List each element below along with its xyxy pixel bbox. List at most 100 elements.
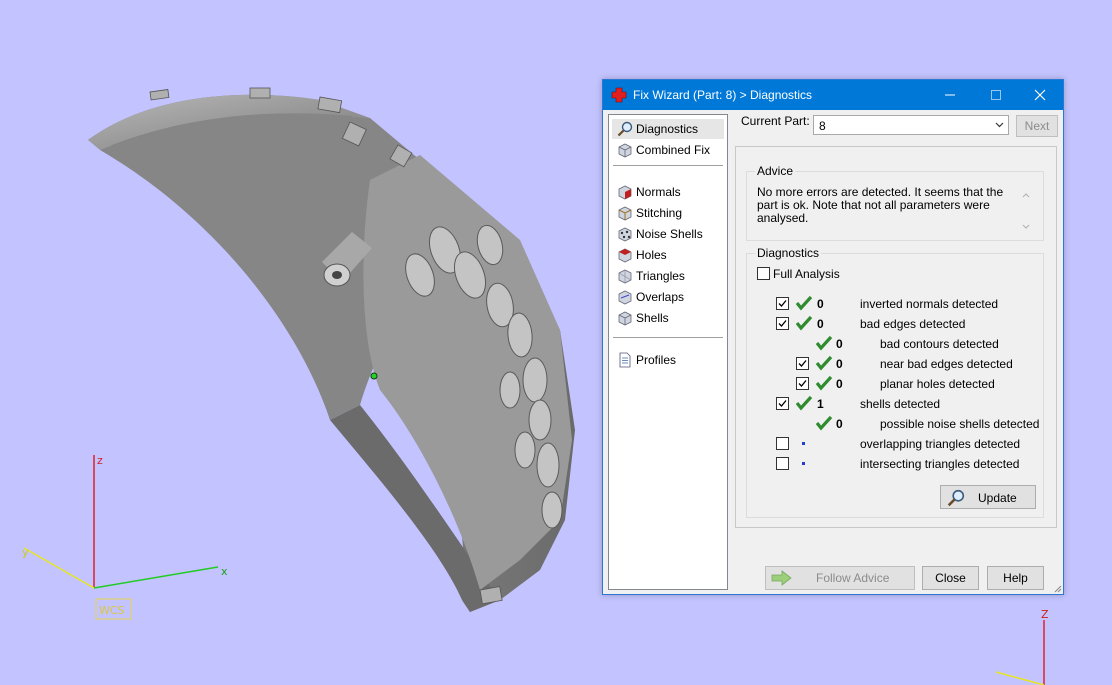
help-button[interactable]: Help — [987, 566, 1044, 590]
cube-icon — [618, 143, 632, 158]
full-analysis-checkbox[interactable] — [757, 267, 770, 280]
nav-label: Normals — [636, 185, 681, 199]
diag-label: bad edges detected — [860, 317, 966, 331]
diag-label: planar holes detected — [880, 377, 995, 391]
check-icon — [815, 375, 833, 391]
nav-item-triangles[interactable]: Triangles — [612, 266, 724, 286]
diag-label: overlapping triangles detected — [860, 437, 1021, 451]
diag-label: near bad edges detected — [880, 357, 1013, 371]
diag-count: 0 — [836, 337, 843, 351]
diag-count: 0 — [836, 417, 843, 431]
stitching-cube-icon — [618, 206, 632, 221]
nav-label: Noise Shells — [636, 227, 703, 241]
near-bad-edges-checkbox[interactable] — [796, 357, 809, 370]
resize-grip-icon[interactable] — [1052, 583, 1062, 593]
follow-advice-label: Follow Advice — [816, 571, 890, 585]
chevron-down-icon — [995, 122, 1004, 128]
nav-item-overlaps[interactable]: Overlaps — [612, 287, 724, 307]
diagnostics-panel: Advice No more errors are detected. It s… — [735, 146, 1057, 528]
axis-z-label: z — [97, 454, 103, 467]
dialog-titlebar[interactable]: Fix Wizard (Part: 8) > Diagnostics — [603, 80, 1063, 110]
close-icon — [1034, 89, 1046, 101]
nav-label: Overlaps — [636, 290, 685, 304]
diag-label: inverted normals detected — [860, 297, 999, 311]
nav-label: Shells — [636, 311, 669, 325]
axis-z2-label: Z — [1041, 608, 1049, 621]
maximize-button[interactable] — [973, 80, 1019, 110]
full-analysis-label: Full Analysis — [773, 267, 840, 281]
advice-group-title: Advice — [755, 164, 796, 178]
current-part-label: Current Part: — [741, 114, 810, 128]
wcs-axes: z x y WCS — [22, 454, 228, 620]
minimize-button[interactable] — [927, 80, 973, 110]
check-icon — [815, 335, 833, 351]
nav-label: Triangles — [636, 269, 685, 283]
advice-scrollbar[interactable] — [1019, 188, 1033, 234]
intersecting-triangles-checkbox[interactable] — [776, 457, 789, 470]
axis-y-label: y — [22, 546, 29, 559]
fix-wizard-dialog: Fix Wizard (Part: 8) > Diagnostics Diagn… — [602, 79, 1064, 595]
nav-item-shells[interactable]: Shells — [612, 308, 724, 328]
arrow-right-icon — [771, 570, 792, 586]
pending-dot-icon — [802, 442, 805, 445]
nav-item-combined-fix[interactable]: Combined Fix — [612, 140, 724, 160]
maximize-icon — [991, 90, 1001, 100]
diag-count: 0 — [836, 377, 843, 391]
secondary-axes: Z — [995, 608, 1049, 685]
current-part-select[interactable]: 8 — [813, 115, 1009, 135]
shells-checkbox[interactable] — [776, 397, 789, 410]
nav-label: Combined Fix — [636, 143, 711, 157]
next-button[interactable]: Next — [1016, 115, 1058, 137]
check-icon — [795, 295, 813, 311]
check-icon — [795, 315, 813, 331]
current-part-value: 8 — [819, 119, 826, 133]
minimize-icon — [945, 94, 955, 96]
check-icon — [795, 395, 813, 411]
nav-item-noise-shells[interactable]: Noise Shells — [612, 224, 724, 244]
diag-label: possible noise shells detected — [880, 417, 1040, 431]
diag-label: shells detected — [860, 397, 941, 411]
overlapping-triangles-checkbox[interactable] — [776, 437, 789, 450]
diag-count: 0 — [817, 297, 824, 311]
diag-label: bad contours detected — [880, 337, 999, 351]
update-label: Update — [978, 491, 1017, 505]
follow-advice-button[interactable]: Follow Advice — [765, 566, 915, 590]
bad-edges-checkbox[interactable] — [776, 317, 789, 330]
nav-separator — [613, 337, 723, 338]
document-icon — [619, 352, 631, 368]
planar-holes-checkbox[interactable] — [796, 377, 809, 390]
nav-label: Profiles — [636, 353, 677, 367]
close-button[interactable]: Close — [922, 566, 979, 590]
axis-x-label: x — [221, 565, 228, 578]
update-button[interactable]: Update — [940, 485, 1036, 509]
pending-dot-icon — [802, 462, 805, 465]
nav-item-profiles[interactable]: Profiles — [612, 350, 724, 370]
normals-cube-icon — [618, 185, 632, 200]
wizard-nav-list: Diagnostics Combined Fix Normals Stitchi… — [608, 114, 728, 590]
nav-item-holes[interactable]: Holes — [612, 245, 724, 265]
dialog-title: Fix Wizard (Part: 8) > Diagnostics — [633, 88, 813, 102]
diag-count: 1 — [817, 397, 824, 411]
diagnostics-group-title: Diagnostics — [755, 246, 822, 260]
diag-label: intersecting triangles detected — [860, 457, 1020, 471]
nav-item-diagnostics[interactable]: Diagnostics — [612, 119, 724, 139]
wcs-label: WCS — [99, 604, 125, 617]
nav-item-normals[interactable]: Normals — [612, 182, 724, 202]
check-icon — [815, 415, 833, 431]
part-model[interactable] — [88, 87, 575, 613]
nav-separator — [613, 165, 723, 166]
advice-box: No more errors are detected. It seems th… — [757, 186, 1033, 232]
nav-item-stitching[interactable]: Stitching — [612, 203, 724, 223]
triangles-cube-icon — [618, 269, 632, 284]
advice-text: No more errors are detected. It seems th… — [757, 185, 1004, 225]
shells-cube-icon — [618, 311, 632, 326]
diag-count: 0 — [817, 317, 824, 331]
inverted-normals-checkbox[interactable] — [776, 297, 789, 310]
diag-count: 0 — [836, 357, 843, 371]
overlaps-cube-icon — [618, 290, 632, 305]
noise-shells-icon — [618, 227, 632, 242]
check-icon — [815, 355, 833, 371]
nav-label: Diagnostics — [636, 122, 699, 136]
nav-label: Holes — [636, 248, 667, 262]
close-window-button[interactable] — [1017, 80, 1063, 110]
